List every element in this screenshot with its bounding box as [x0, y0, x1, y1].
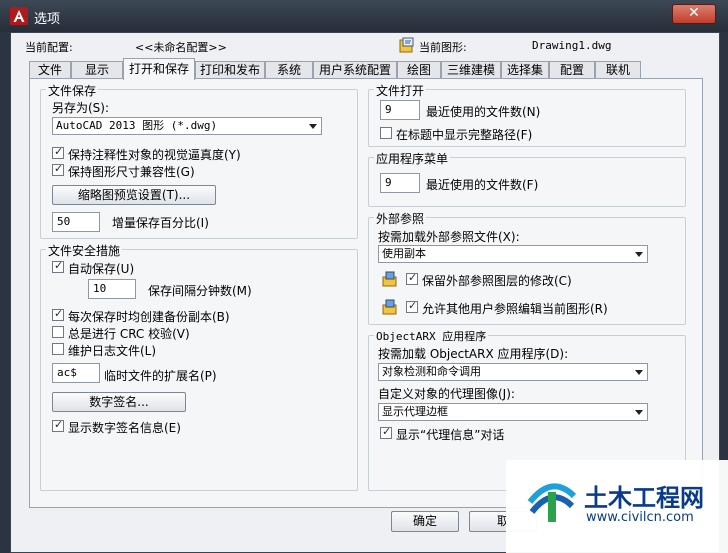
- tab-user-preferences[interactable]: 用户系统配置: [313, 61, 397, 79]
- allow-xref-edit-checkbox[interactable]: [406, 299, 418, 313]
- chevron-down-icon: [635, 252, 643, 257]
- backup-checkbox[interactable]: [52, 307, 64, 321]
- show-proxy-info-label: 显示“代理信息”对话: [396, 428, 505, 442]
- tab-plot-and-publish[interactable]: 打印和发布: [195, 61, 265, 79]
- tab-strip: 文件 显示 打开和保存 打印和发布 系统 用户系统配置 绘图 三维建模 选择集 …: [29, 58, 649, 80]
- full-path-label: 在标题中显示完整路径(F): [396, 128, 533, 142]
- xref-demand-load-label: 按需加载外部参照文件(X):: [378, 230, 520, 244]
- drawing-file-icon: [399, 37, 414, 53]
- file-save-title: 文件保存: [46, 82, 99, 99]
- tab-label: 显示: [84, 63, 109, 77]
- tab-label: 绘图: [406, 63, 431, 77]
- proxy-images-value: 显示代理边框: [382, 405, 448, 418]
- show-signature-checkbox[interactable]: [52, 418, 64, 432]
- digital-signature-button[interactable]: 数字签名...: [52, 392, 186, 412]
- xref-layer-icon: [382, 271, 397, 287]
- brand-text: 土木工程网: [584, 484, 704, 512]
- allow-xref-edit-label: 允许其他用户参照编辑当前图形(R): [422, 302, 608, 316]
- autosave-minutes-input[interactable]: 10: [88, 279, 136, 299]
- recent-files-label: 最近使用的文件数(N): [426, 105, 541, 119]
- tab-system[interactable]: 系统: [265, 61, 313, 79]
- save-as-value: AutoCAD 2013 图形 (*.dwg): [56, 119, 218, 132]
- full-path-checkbox[interactable]: [380, 127, 392, 139]
- tab-label: 配置: [559, 63, 584, 77]
- tab-label: 用户系统配置: [318, 63, 391, 77]
- tab-selection[interactable]: 选择集: [501, 61, 549, 79]
- show-proxy-info-checkbox[interactable]: [380, 425, 392, 439]
- window-title: 选项: [34, 12, 61, 27]
- incremental-save-label: 增量保存百分比(I): [112, 216, 209, 230]
- tab-label: 系统: [276, 63, 301, 77]
- crc-label: 总是进行 CRC 校验(V): [68, 327, 190, 341]
- xref-demand-load-value: 使用副本: [382, 247, 426, 260]
- current-profile-value: <<未命名配置>>: [135, 41, 227, 54]
- recent-files-input[interactable]: 9: [380, 100, 420, 120]
- xref-edit-icon: [382, 299, 397, 315]
- chevron-down-icon: [635, 370, 643, 375]
- backup-label: 每次保存时均创建备份副本(B): [68, 310, 230, 324]
- retain-xref-changes-label: 保留外部参照图层的修改(C): [422, 274, 572, 288]
- arx-demand-load-label: 按需加载 ObjectARX 应用程序(D):: [378, 347, 569, 361]
- brand-logo-icon: [527, 483, 577, 522]
- proxy-images-label: 自定义对象的代理图像(J):: [378, 387, 515, 401]
- autosave-label: 自动保存(U): [68, 262, 135, 276]
- autosave-checkbox[interactable]: [52, 259, 64, 273]
- log-file-label: 维护日志文件(L): [68, 344, 157, 358]
- brand-url: www.civilcn.com: [586, 510, 694, 525]
- tab-drafting[interactable]: 绘图: [397, 61, 441, 79]
- keep-drawing-size-label: 保持图形尺寸兼容性(G): [68, 165, 195, 179]
- profile-row: 当前配置: <<未命名配置>> 当前图形: Drawing1.dwg: [11, 33, 719, 57]
- proxy-images-select[interactable]: 显示代理边框: [378, 403, 648, 421]
- arx-demand-load-select[interactable]: 对象检测和命令调用: [378, 363, 648, 381]
- tab-label: 选择集: [506, 63, 543, 77]
- current-drawing-value: Drawing1.dwg: [532, 39, 612, 52]
- file-open-title: 文件打开: [374, 82, 427, 99]
- close-icon: ✕: [688, 5, 700, 21]
- tab-profiles[interactable]: 配置: [549, 61, 595, 79]
- keep-drawing-size-checkbox[interactable]: [52, 162, 64, 176]
- show-signature-label: 显示数字签名信息(E): [68, 421, 181, 435]
- chevron-down-icon: [309, 124, 317, 129]
- objectarx-title: ObjectARX 应用程序: [374, 328, 489, 344]
- keep-annotative-checkbox[interactable]: [52, 145, 64, 159]
- app-menu-recent-input[interactable]: 9: [380, 173, 420, 193]
- tab-files[interactable]: 文件: [29, 61, 71, 79]
- application-menu-title: 应用程序菜单: [374, 150, 451, 167]
- autocad-logo-icon: [10, 7, 28, 25]
- autosave-minutes-label: 保存间隔分钟数(M): [148, 284, 252, 298]
- temp-extension-label: 临时文件的扩展名(P): [104, 369, 217, 383]
- keep-annotative-label: 保持注释性对象的视觉逼真度(Y): [68, 148, 241, 162]
- tab-label: 打印和发布: [199, 63, 260, 77]
- tab-label: 三维建模: [446, 63, 495, 77]
- tab-3d-modeling[interactable]: 三维建模: [441, 61, 501, 79]
- close-button[interactable]: ✕: [672, 4, 716, 24]
- tab-display[interactable]: 显示: [71, 61, 123, 79]
- thumbnail-settings-button[interactable]: 缩略图预览设置(T)...: [52, 185, 216, 205]
- title-bar: 选项 ✕: [0, 0, 728, 32]
- save-as-label: 另存为(S):: [52, 101, 110, 115]
- temp-extension-input[interactable]: ac$: [52, 363, 100, 383]
- tab-open-and-save[interactable]: 打开和保存: [123, 58, 195, 80]
- xref-demand-load-select[interactable]: 使用副本: [378, 245, 648, 263]
- file-safety-title: 文件安全措施: [46, 242, 123, 259]
- incremental-save-input[interactable]: 50: [52, 212, 100, 232]
- log-file-checkbox[interactable]: [52, 343, 64, 355]
- xref-title: 外部参照: [374, 210, 427, 227]
- tab-online[interactable]: 联机: [595, 61, 641, 79]
- tab-label: 打开和保存: [128, 62, 189, 76]
- chevron-down-icon: [635, 410, 643, 415]
- arx-demand-load-value: 对象检测和命令调用: [382, 365, 481, 378]
- open-and-save-panel: 文件保存 另存为(S): AutoCAD 2013 图形 (*.dwg) 保持注…: [29, 78, 703, 508]
- app-menu-recent-label: 最近使用的文件数(F): [426, 178, 539, 192]
- watermark: 土木工程网 www.civilcn.com: [506, 460, 728, 553]
- current-profile-label: 当前配置:: [25, 41, 73, 54]
- current-drawing-label: 当前图形:: [419, 41, 467, 54]
- ok-button[interactable]: 确定: [391, 511, 459, 532]
- tab-label: 文件: [37, 63, 62, 77]
- save-as-select[interactable]: AutoCAD 2013 图形 (*.dwg): [52, 117, 322, 135]
- tab-label: 联机: [605, 63, 630, 77]
- retain-xref-changes-checkbox[interactable]: [406, 271, 418, 285]
- crc-checkbox[interactable]: [52, 326, 64, 338]
